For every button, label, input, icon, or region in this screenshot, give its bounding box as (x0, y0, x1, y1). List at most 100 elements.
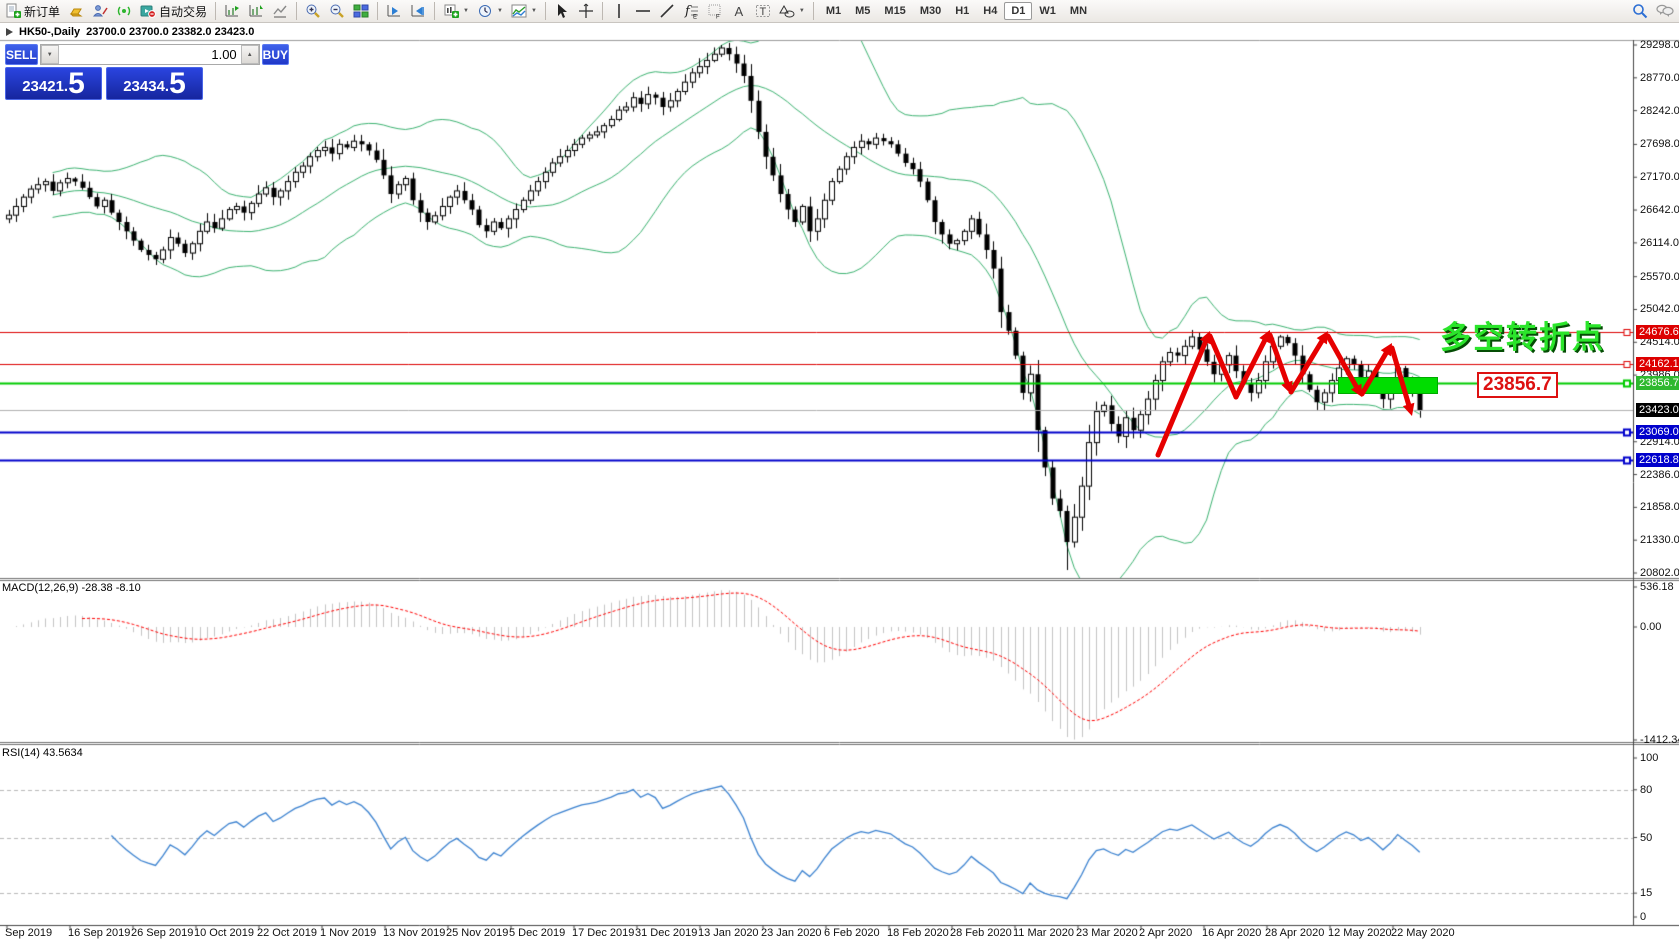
horizontal-line-button[interactable] (632, 2, 654, 21)
new-chart-button[interactable]: ▼ (440, 2, 472, 21)
sell-price-fraction: 5 (68, 70, 85, 98)
rsi-tick: 50 (1640, 832, 1652, 844)
timeframe-m1[interactable]: M1 (819, 2, 848, 20)
rsi-tick: 80 (1640, 784, 1652, 796)
macd-tick: -1412.34 (1640, 734, 1679, 746)
new-order-icon (5, 3, 21, 19)
grid-icon: F (707, 3, 723, 19)
step-forward-icon (386, 3, 402, 19)
cursor-icon (554, 3, 570, 19)
sell-price-button[interactable]: 23421.5 (5, 67, 102, 100)
text-button[interactable]: A (728, 2, 750, 21)
sell-price-main: 23421 (22, 76, 64, 98)
trendline-button[interactable] (656, 2, 678, 21)
step-forward-button[interactable] (383, 2, 405, 21)
buy-price-button[interactable]: 23434.5 (106, 67, 203, 100)
chart-shift-button[interactable] (221, 2, 243, 21)
timeframe-h1[interactable]: H1 (948, 2, 976, 20)
timeframe-m30[interactable]: M30 (913, 2, 948, 20)
tile-windows-button[interactable] (350, 2, 372, 21)
date-tick: 12 May 2020 (1328, 927, 1392, 939)
dropdown-arrow-icon: ▼ (799, 8, 805, 14)
shapes-button[interactable]: ▼ (776, 2, 808, 21)
zoom-out-button[interactable] (326, 2, 348, 21)
market-watch-button[interactable] (65, 2, 87, 21)
date-tick: 13 Jan 2020 (698, 927, 759, 939)
auto-scroll-button[interactable] (245, 2, 267, 21)
indicators-button[interactable] (269, 2, 291, 21)
price-tick: 27170.0 (1640, 171, 1679, 183)
toolbar-separator (602, 2, 603, 20)
price-tick: 27698.0 (1640, 138, 1679, 150)
vertical-line-button[interactable] (608, 2, 630, 21)
date-tick: 10 Oct 2019 (194, 927, 254, 939)
rsi-tick: 0 (1640, 911, 1646, 923)
price-level-badge: 23423.0 (1636, 403, 1679, 417)
price-level-label[interactable]: 23856.7 (1477, 372, 1558, 398)
horizontal-line-icon (635, 3, 651, 19)
strategy-tester-button[interactable] (89, 2, 111, 21)
periods-button[interactable]: ▼ (474, 2, 506, 21)
timeframe-d1[interactable]: D1 (1004, 2, 1032, 20)
date-tick: 16 Apr 2020 (1202, 927, 1261, 939)
auto-scroll-icon (248, 3, 264, 19)
date-tick: 28 Apr 2020 (1265, 927, 1324, 939)
timeframe-m15[interactable]: M15 (877, 2, 912, 20)
volume-input[interactable] (59, 45, 241, 64)
svg-text:E: E (693, 15, 697, 20)
svg-text:T: T (759, 6, 766, 18)
cursor-button[interactable] (551, 2, 573, 21)
price-level-badge: 23856.7 (1636, 376, 1679, 390)
price-tick: 25570.0 (1640, 271, 1679, 283)
zoom-in-button[interactable] (302, 2, 324, 21)
price-tick: 28770.0 (1640, 72, 1679, 84)
grid-button[interactable]: F (704, 2, 726, 21)
price-level-badge: 24162.1 (1636, 357, 1679, 371)
date-tick: 25 Nov 2019 (446, 927, 508, 939)
buy-price-main: 23434 (123, 76, 165, 98)
autotrade-icon (140, 3, 156, 19)
volume-increase-button[interactable]: ▲ (241, 45, 259, 64)
chart-type-button[interactable]: ▼ (508, 2, 540, 21)
price-tick: 25042.0 (1640, 303, 1679, 315)
price-tick: 21330.0 (1640, 534, 1679, 546)
pivot-annotation-text: 多空转折点 (1440, 312, 1605, 357)
autotrading-button[interactable]: 自动交易 (137, 2, 210, 21)
toolbar: 新订单 自动交易 ▼ ▼ ▼ (0, 0, 1679, 23)
timeframe-w1[interactable]: W1 (1032, 2, 1063, 20)
fibonacci-icon: fE (683, 3, 699, 19)
timeframe-h4[interactable]: H4 (976, 2, 1004, 20)
date-tick: 22 May 2020 (1391, 927, 1455, 939)
sell-button[interactable]: SELL (5, 44, 38, 65)
timeframe-mn[interactable]: MN (1063, 2, 1094, 20)
new-order-button[interactable]: 新订单 (2, 2, 63, 21)
text-label-button[interactable]: T (752, 2, 774, 21)
price-level-badge: 23069.0 (1636, 425, 1679, 439)
signal-icon (116, 3, 132, 19)
volume-decrease-button[interactable]: ▼ (41, 45, 59, 64)
signals-button[interactable] (113, 2, 135, 21)
date-tick: 13 Nov 2019 (383, 927, 445, 939)
date-tick: 28 Feb 2020 (950, 927, 1012, 939)
fibonacci-button[interactable]: fE (680, 2, 702, 21)
chat-icon (1656, 3, 1674, 19)
timeframe-m5[interactable]: M5 (848, 2, 877, 20)
search-button[interactable] (1629, 2, 1651, 21)
price-level-badge: 24676.6 (1636, 325, 1679, 339)
toolbar-separator (813, 2, 814, 20)
dropdown-arrow-icon: ▼ (531, 8, 537, 14)
one-click-trade-panel: SELL ▼ ▲ BUY 23421.5 23434.5 (5, 44, 207, 100)
indicators-icon (272, 3, 288, 19)
chart-canvas[interactable] (0, 0, 1679, 942)
step-back-button[interactable] (407, 2, 429, 21)
chart-type-icon (511, 3, 527, 19)
buy-button[interactable]: BUY (262, 44, 289, 65)
crosshair-button[interactable] (575, 2, 597, 21)
date-tick: 17 Dec 2019 (572, 927, 634, 939)
support-zone-rectangle[interactable] (1338, 377, 1438, 394)
date-tick: 23 Mar 2020 (1076, 927, 1138, 939)
chart-shift-icon (224, 3, 240, 19)
tile-windows-icon (353, 3, 369, 19)
step-back-icon (410, 3, 426, 19)
chat-button[interactable] (1653, 2, 1677, 21)
